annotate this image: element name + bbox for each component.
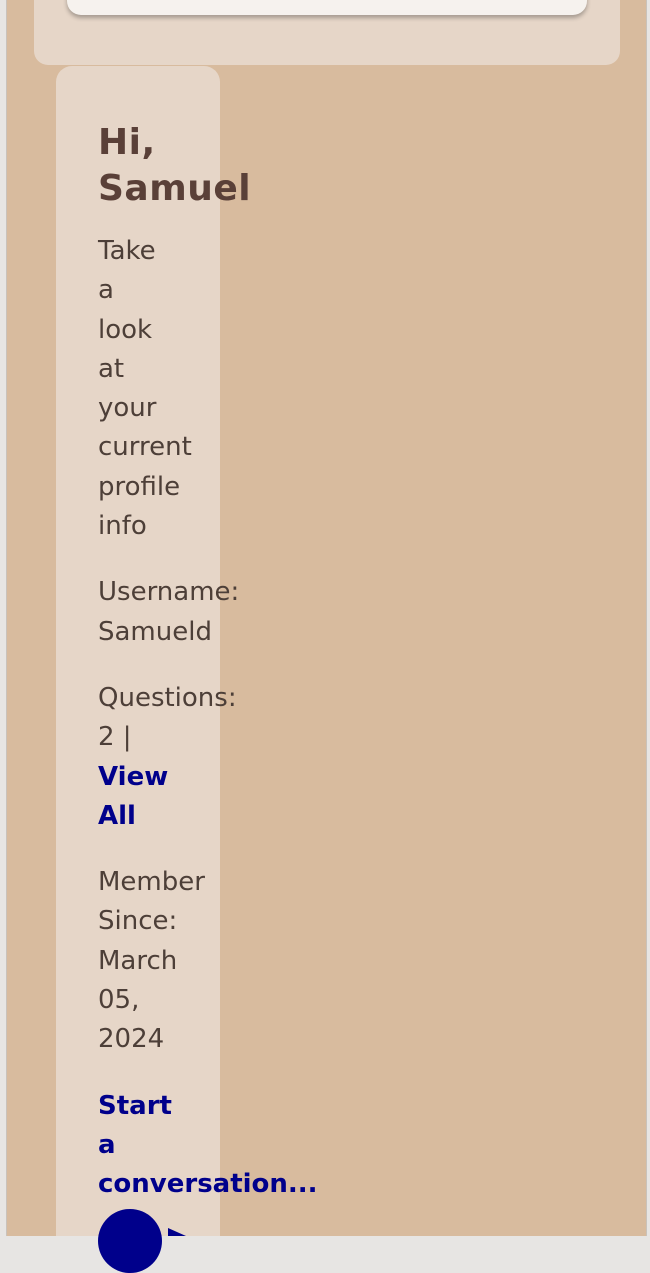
avatar-icon[interactable] <box>98 1209 162 1273</box>
username-value: Samueld <box>98 616 212 647</box>
questions-row: Questions: 2 | View All <box>98 679 428 836</box>
member-since-label: Member Since: <box>98 867 205 937</box>
start-conversation-link[interactable]: Start a conversation... <box>98 1087 428 1205</box>
send-arrow-icon[interactable] <box>168 1228 186 1236</box>
member-since-value: March 05, 2024 <box>98 945 178 1055</box>
profile-subtitle: Take a look at your current profile info <box>98 236 192 542</box>
greeting-heading: Hi, Samuel <box>98 122 252 209</box>
member-since-row: Member Since: March 05, 2024 <box>98 863 428 1059</box>
view-all-link[interactable]: View All <box>98 762 168 831</box>
top-panel <box>34 0 620 65</box>
questions-label: Questions: <box>98 682 237 713</box>
profile-info: Hi, Samuel Take a look at your current p… <box>98 120 428 1205</box>
top-card <box>67 0 587 15</box>
questions-count: 2 | <box>98 722 132 753</box>
username-label: Username: <box>98 577 240 608</box>
username-row: Username: Samueld <box>98 573 428 652</box>
